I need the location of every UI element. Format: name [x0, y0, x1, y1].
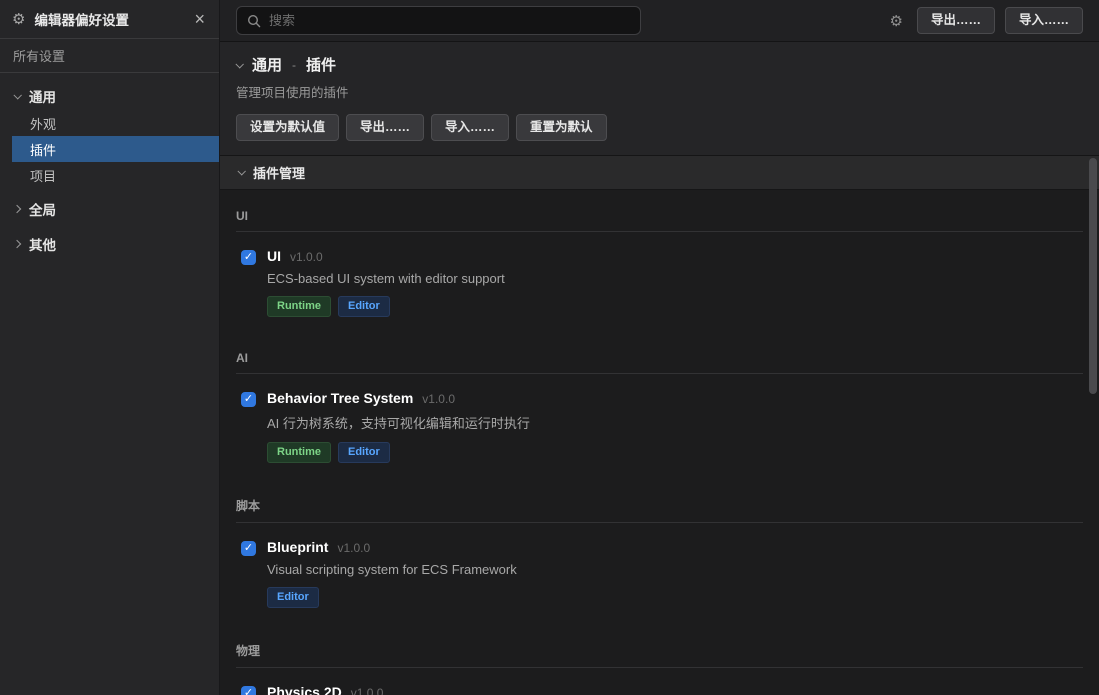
check-icon: ✓: [244, 688, 253, 695]
main-panel: ⚙ 导出…… 导入…… 通用 - 插件 管理项目使用的插件 设置为默认值 导出……: [220, 0, 1099, 695]
chevron-down-icon: [235, 60, 243, 68]
tree-group-other[interactable]: 其他: [0, 229, 219, 258]
sidebar-item-all-settings[interactable]: 所有设置: [0, 39, 219, 73]
plugin-name: Physics 2D: [267, 684, 342, 695]
tree-group-label: 全局: [29, 199, 56, 219]
section-plugin-management[interactable]: 插件管理: [220, 156, 1099, 190]
plugin-item-ui: ✓ UI v1.0.0 ECS-based UI system with edi…: [236, 232, 1083, 332]
export-settings-button[interactable]: 导出……: [346, 114, 424, 141]
chevron-right-icon: [13, 204, 21, 212]
settings-tree: 通用 外观 插件 项目 全局 其他: [0, 73, 219, 258]
category-label-ui: UI: [236, 209, 1083, 232]
import-settings-button[interactable]: 导入……: [431, 114, 509, 141]
export-button[interactable]: 导出……: [917, 7, 995, 34]
sidebar-item-appearance[interactable]: 外观: [0, 110, 219, 136]
plugin-body: Behavior Tree System v1.0.0 AI 行为树系统，支持可…: [267, 390, 530, 478]
import-button[interactable]: 导入……: [1005, 7, 1083, 34]
plugin-checkbox[interactable]: ✓: [241, 541, 256, 556]
runtime-badge: Runtime: [267, 296, 331, 317]
settings-gear-icon[interactable]: ⚙: [890, 12, 903, 30]
settings-sidebar: ⚙ 编辑器偏好设置 × 所有设置 通用 外观 插件 项目 全局 其他: [0, 0, 220, 695]
section-title: 插件管理: [253, 163, 305, 182]
plugin-version: v1.0.0: [422, 392, 455, 406]
category-label-ai: AI: [236, 351, 1083, 374]
plugin-content: 插件管理 UI ✓ UI v1.0.0 ECS-based UI system …: [220, 156, 1099, 695]
check-icon: ✓: [244, 394, 253, 405]
plugin-list: UI ✓ UI v1.0.0 ECS-based UI system with …: [220, 209, 1099, 695]
editor-badge: Editor: [267, 587, 319, 608]
topbar: ⚙ 导出…… 导入……: [220, 0, 1099, 42]
plugin-body: Physics 2D v1.0.0 Deterministic 2D physi…: [267, 684, 495, 695]
editor-badge: Editor: [338, 296, 390, 317]
plugin-name: UI: [267, 248, 281, 264]
tree-group-label: 通用: [29, 86, 56, 106]
reset-default-button[interactable]: 重置为默认: [516, 114, 607, 141]
page-header: 通用 - 插件 管理项目使用的插件 设置为默认值 导出…… 导入…… 重置为默认: [220, 42, 1099, 156]
category-label-script: 脚本: [236, 497, 1083, 523]
check-icon: ✓: [244, 543, 253, 554]
runtime-badge: Runtime: [267, 442, 331, 463]
plugin-checkbox[interactable]: ✓: [241, 392, 256, 407]
sidebar-item-project[interactable]: 项目: [0, 162, 219, 188]
plugin-name: Behavior Tree System: [267, 390, 413, 406]
sidebar-item-plugins[interactable]: 插件: [12, 136, 219, 162]
chevron-right-icon: [13, 239, 21, 247]
check-icon: ✓: [244, 252, 253, 263]
plugin-version: v1.0.0: [351, 686, 384, 695]
plugin-item-behavior-tree: ✓ Behavior Tree System v1.0.0 AI 行为树系统，支…: [236, 374, 1083, 478]
scrollbar-thumb[interactable]: [1089, 158, 1097, 394]
breadcrumb-page: 插件: [306, 54, 336, 75]
preferences-window: ⚙ 编辑器偏好设置 × 所有设置 通用 外观 插件 项目 全局 其他: [0, 0, 1099, 695]
plugin-version: v1.0.0: [290, 250, 323, 264]
chevron-down-icon: [13, 91, 21, 99]
breadcrumb-separator: -: [292, 58, 296, 72]
category-label-physics: 物理: [236, 642, 1083, 668]
plugin-badges: Editor: [267, 587, 517, 608]
editor-badge: Editor: [338, 442, 390, 463]
page-subtitle: 管理项目使用的插件: [236, 82, 1083, 101]
search-icon: [247, 14, 261, 28]
header-actions: 设置为默认值 导出…… 导入…… 重置为默认: [236, 114, 1083, 141]
plugin-description: AI 行为树系统，支持可视化编辑和运行时执行: [267, 413, 530, 432]
plugin-body: Blueprint v1.0.0 Visual scripting system…: [267, 539, 517, 623]
plugin-badges: Runtime Editor: [267, 296, 505, 317]
tree-group-general[interactable]: 通用: [0, 81, 219, 110]
chevron-down-icon: [237, 167, 245, 175]
close-icon[interactable]: ×: [192, 10, 207, 28]
plugin-description: Visual scripting system for ECS Framewor…: [267, 562, 517, 577]
window-title: 编辑器偏好设置: [34, 9, 183, 29]
search-input[interactable]: [236, 6, 641, 35]
set-default-button[interactable]: 设置为默认值: [236, 114, 339, 141]
tree-group-global[interactable]: 全局: [0, 194, 219, 223]
plugin-body: UI v1.0.0 ECS-based UI system with edito…: [267, 248, 505, 332]
sidebar-header: ⚙ 编辑器偏好设置 ×: [0, 0, 219, 39]
gear-icon: ⚙: [12, 12, 25, 27]
plugin-badges: Runtime Editor: [267, 442, 530, 463]
plugin-checkbox[interactable]: ✓: [241, 250, 256, 265]
plugin-description: ECS-based UI system with editor support: [267, 271, 505, 286]
plugin-version: v1.0.0: [337, 541, 370, 555]
breadcrumb-section: 通用: [252, 54, 282, 75]
plugin-name: Blueprint: [267, 539, 328, 555]
tree-group-label: 其他: [29, 234, 56, 254]
plugin-item-physics-2d: ✓ Physics 2D v1.0.0 Deterministic 2D phy…: [236, 668, 1083, 695]
search-field[interactable]: [269, 13, 630, 28]
plugin-checkbox[interactable]: ✓: [241, 686, 256, 695]
breadcrumb[interactable]: 通用 - 插件: [236, 54, 1083, 75]
plugin-item-blueprint: ✓ Blueprint v1.0.0 Visual scripting syst…: [236, 523, 1083, 623]
